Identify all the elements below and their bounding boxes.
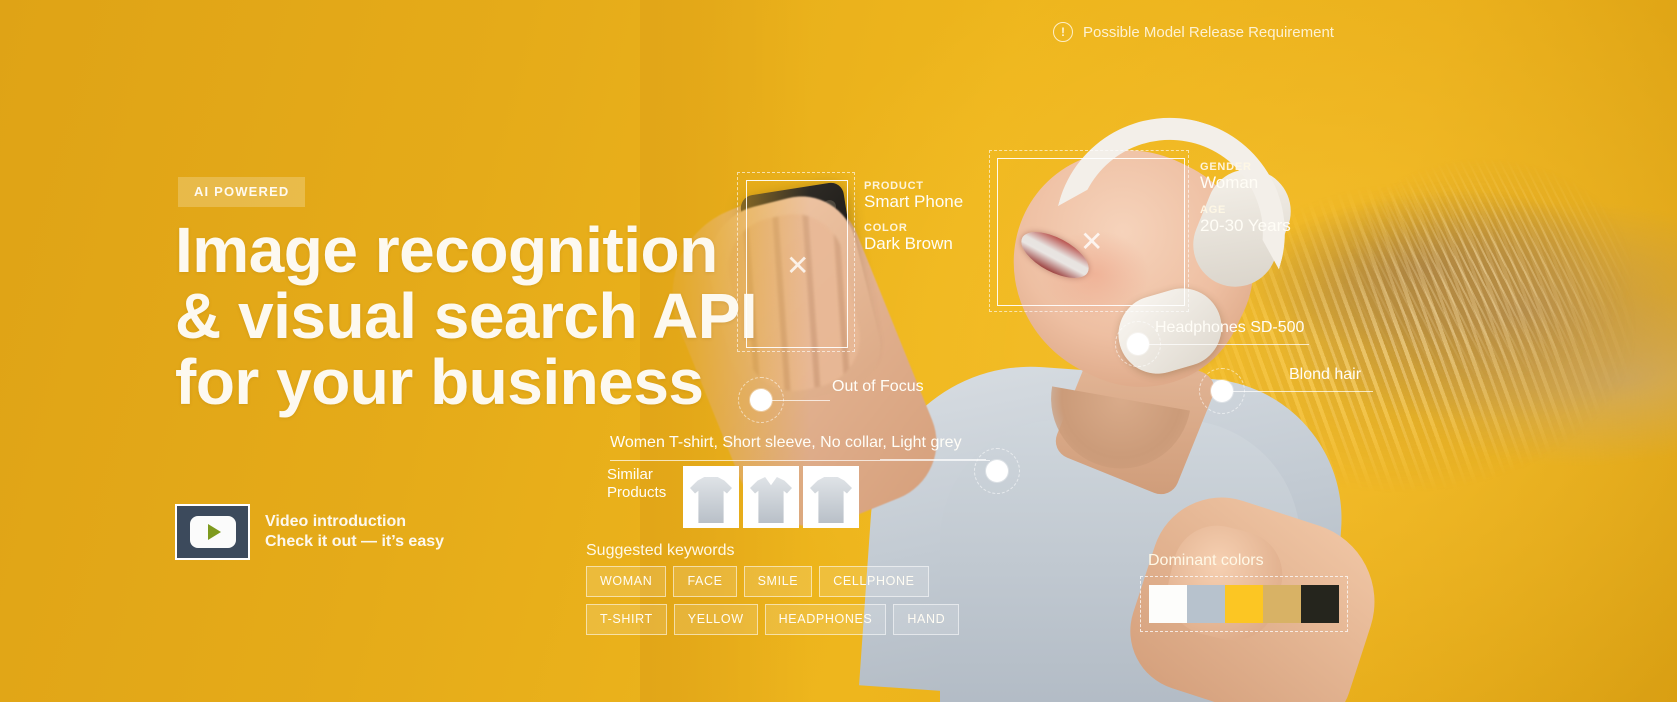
hair-leader <box>1233 391 1373 392</box>
keyword-chip[interactable]: YELLOW <box>673 604 758 635</box>
hair-label: Blond hair <box>1289 366 1362 383</box>
keyword-row: T-SHIRT YELLOW HEADPHONES HAND <box>586 604 986 635</box>
color-swatch[interactable] <box>1263 585 1301 623</box>
out-of-focus-leader <box>772 400 830 401</box>
gender-caption: GENDER <box>1200 161 1252 173</box>
page-title: Image recognition & visual search API fo… <box>175 214 758 418</box>
out-of-focus-label: Out of Focus <box>832 378 924 395</box>
similar-product-thumb[interactable] <box>803 466 859 528</box>
product-annotation: PRODUCT Smart Phone <box>864 180 963 212</box>
color-swatch[interactable] <box>1149 585 1187 623</box>
model-release-notice-text: Possible Model Release Requirement <box>1083 23 1334 41</box>
age-value: 20-30 Years <box>1200 216 1291 235</box>
video-title: Video introduction <box>265 512 407 530</box>
youtube-play-icon <box>189 516 236 548</box>
keyword-chip[interactable]: CELLPHONE <box>819 566 929 597</box>
keyword-row: WOMAN FACE SMILE CELLPHONE <box>586 566 986 597</box>
color-swatch[interactable] <box>1187 585 1225 623</box>
keyword-chip[interactable]: T-SHIRT <box>586 604 667 635</box>
similar-product-thumb[interactable] <box>743 466 799 528</box>
headphones-marker[interactable] <box>1127 333 1149 355</box>
out-of-focus-marker[interactable] <box>750 389 772 411</box>
dominant-colors-title: Dominant colors <box>1148 552 1264 569</box>
headphones-label: Headphones SD-500 <box>1155 319 1305 336</box>
gender-value: Woman <box>1200 173 1259 192</box>
exclamation-circle-icon: ! <box>1053 22 1073 42</box>
suggested-keywords-title: Suggested keywords <box>586 542 735 559</box>
face-crosshair-icon: ✕ <box>1080 226 1104 257</box>
keyword-chip[interactable]: SMILE <box>743 566 813 597</box>
color-swatch[interactable] <box>1301 585 1339 623</box>
video-introduction-link[interactable]: Video introduction Check it out — it’s e… <box>175 504 444 560</box>
product-caption: PRODUCT <box>864 180 924 192</box>
hero-banner: ! Possible Model Release Requirement AI … <box>0 0 1677 702</box>
color-annotation: COLOR Dark Brown <box>864 222 953 254</box>
tshirt-label: Women T-shirt, Short sleeve, No collar, … <box>610 434 990 461</box>
color-caption: COLOR <box>864 222 908 234</box>
tshirt-marker[interactable] <box>986 460 1008 482</box>
ai-powered-badge: AI POWERED <box>178 177 306 207</box>
similar-products: Similar Products <box>607 466 859 528</box>
model-release-notice: ! Possible Model Release Requirement <box>1053 22 1334 42</box>
phone-crosshair-icon: ✕ <box>786 250 810 281</box>
keyword-chip[interactable]: WOMAN <box>586 566 667 597</box>
hair-marker[interactable] <box>1211 380 1233 402</box>
dominant-colors-swatches <box>1140 576 1348 632</box>
headphones-leader <box>1149 344 1309 345</box>
video-caption: Video introduction Check it out — it’s e… <box>265 512 444 552</box>
video-subtitle: Check it out — it’s easy <box>265 533 445 550</box>
color-swatch[interactable] <box>1225 585 1263 623</box>
color-value: Dark Brown <box>864 234 953 253</box>
gender-annotation: GENDER Woman <box>1200 161 1258 193</box>
age-caption: AGE <box>1200 204 1227 216</box>
tshirt-icon <box>810 477 852 523</box>
tshirt-icon <box>690 477 732 523</box>
similar-products-label: Similar Products <box>607 466 667 502</box>
play-triangle-icon <box>207 524 221 540</box>
similar-product-thumb[interactable] <box>683 466 739 528</box>
keyword-chip[interactable]: FACE <box>673 566 737 597</box>
age-annotation: AGE 20-30 Years <box>1200 204 1291 236</box>
product-value: Smart Phone <box>864 192 964 211</box>
similar-products-thumbs <box>683 466 859 528</box>
video-thumbnail[interactable] <box>175 504 250 560</box>
keyword-chip[interactable]: HEADPHONES <box>764 604 887 635</box>
tshirt-vneck-icon <box>750 477 792 523</box>
suggested-keywords-list: WOMAN FACE SMILE CELLPHONE T-SHIRT YELLO… <box>586 566 986 642</box>
keyword-chip[interactable]: HAND <box>893 604 960 635</box>
